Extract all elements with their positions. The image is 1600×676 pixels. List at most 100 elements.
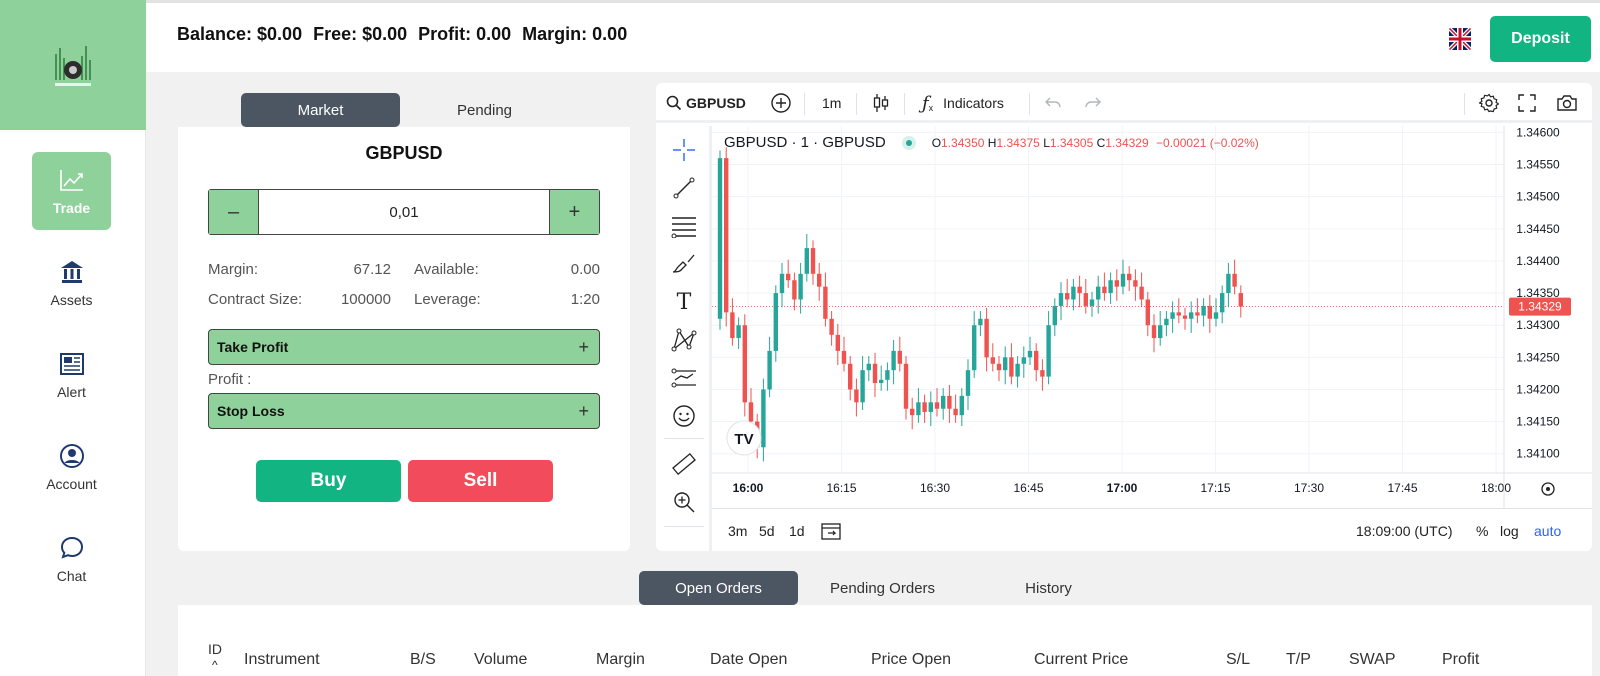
fib-tool[interactable] xyxy=(670,212,698,240)
col-date-open[interactable]: Date Open xyxy=(710,651,787,669)
auto-scale-toggle[interactable]: auto xyxy=(1534,509,1561,551)
candle-body xyxy=(817,273,822,287)
emoji-tool[interactable] xyxy=(670,402,698,430)
col-id[interactable]: ID xyxy=(208,641,222,657)
measure-tool[interactable] xyxy=(670,450,698,478)
col-price-open[interactable]: Price Open xyxy=(871,651,951,669)
utc-clock[interactable]: 18:09:00 (UTC) xyxy=(1356,509,1452,551)
orders-panel: Open Orders Pending Orders History ID ^ … xyxy=(178,561,1592,676)
axis-settings-icon[interactable] xyxy=(1541,482,1555,496)
forecast-tool[interactable] xyxy=(670,364,698,392)
price-tick-label: 1.34450 xyxy=(1516,222,1560,236)
col-instrument[interactable]: Instrument xyxy=(244,651,320,669)
tab-pending[interactable]: Pending xyxy=(405,93,564,127)
price-tick-label: 1.34500 xyxy=(1516,190,1560,204)
brand-logo[interactable] xyxy=(0,0,146,130)
candle-body xyxy=(885,370,890,380)
sell-button[interactable]: Sell xyxy=(408,460,553,502)
col-bs[interactable]: B/S xyxy=(410,651,436,669)
symbol-search[interactable]: GBPUSD xyxy=(666,83,746,123)
sidebar-item-trade[interactable]: Trade xyxy=(32,152,111,230)
candle-body xyxy=(965,370,971,396)
range-1d-button[interactable]: 1d xyxy=(789,509,805,551)
col-swap[interactable]: SWAP xyxy=(1349,651,1396,669)
available-amount: 0.00 xyxy=(570,261,600,278)
brush-icon xyxy=(672,254,695,273)
tab-history[interactable]: History xyxy=(969,571,1128,605)
candle-body xyxy=(1170,312,1175,319)
toolbar-divider xyxy=(904,93,905,115)
tab-open-orders[interactable]: Open Orders xyxy=(639,571,798,605)
percent-scale-toggle[interactable]: % xyxy=(1476,509,1488,551)
candle-body xyxy=(928,402,933,412)
candle-body xyxy=(959,395,964,416)
sort-up-icon[interactable]: ^ xyxy=(212,658,218,672)
contract-size-row: Contract Size: 100000 xyxy=(208,291,391,308)
close-label: C xyxy=(1096,135,1106,150)
range-3m-button[interactable]: 3m xyxy=(728,509,747,551)
fullscreen-button[interactable] xyxy=(1518,83,1536,123)
screenshot-button[interactable] xyxy=(1556,83,1578,123)
candle-body xyxy=(860,370,865,403)
candle-body xyxy=(742,325,747,403)
candle-body xyxy=(823,286,828,319)
indicators-button[interactable]: ƒ x Indicators xyxy=(922,83,1004,123)
brush-tool[interactable] xyxy=(670,250,698,278)
tradingview-logo[interactable]: TV xyxy=(726,420,762,456)
col-volume[interactable]: Volume xyxy=(474,651,527,669)
sidebar-item-assets[interactable]: Assets xyxy=(32,244,111,322)
col-tp[interactable]: T/P xyxy=(1286,651,1311,669)
col-current-price[interactable]: Current Price xyxy=(1034,651,1128,669)
chart-settings-button[interactable] xyxy=(1479,83,1499,123)
tab-market[interactable]: Market xyxy=(241,93,400,127)
sidebar-item-chat[interactable]: Chat xyxy=(32,520,111,598)
col-margin[interactable]: Margin xyxy=(596,651,645,669)
tab-pending-orders[interactable]: Pending Orders xyxy=(803,571,962,605)
price-axis: 1.34600 1.34550 1.34500 1.34450 1.34400 1.343… xyxy=(1516,126,1560,461)
price-tick-label: 1.34100 xyxy=(1516,447,1560,461)
increase-quantity-button[interactable]: + xyxy=(550,190,599,234)
stop-loss-toggle[interactable]: Stop Loss + xyxy=(208,393,600,429)
sidebar-item-account[interactable]: Account xyxy=(32,428,111,506)
trend-line-tool[interactable] xyxy=(670,174,698,202)
redo-button[interactable] xyxy=(1084,83,1102,123)
plus-circle-icon xyxy=(771,93,791,113)
toolbar-symbol: GBPUSD xyxy=(686,95,746,111)
log-scale-toggle[interactable]: log xyxy=(1500,509,1519,551)
take-profit-toggle[interactable]: Take Profit + xyxy=(208,329,600,365)
undo-button[interactable] xyxy=(1044,83,1062,123)
crosshair-tool[interactable] xyxy=(670,136,698,164)
candle-body xyxy=(1164,318,1169,326)
decrease-quantity-button[interactable]: – xyxy=(209,190,258,234)
buy-button[interactable]: Buy xyxy=(256,460,401,502)
function-icon: ƒ xyxy=(922,92,929,114)
compare-symbol-button[interactable] xyxy=(770,83,792,123)
col-profit[interactable]: Profit xyxy=(1442,651,1479,669)
interval-button[interactable]: 1m xyxy=(822,83,841,123)
price-chart[interactable]: 1.34600 1.34550 1.34500 1.34450 1.34400 1.343… xyxy=(712,126,1592,508)
zoom-tool[interactable] xyxy=(670,488,698,516)
quantity-input[interactable]: 0,01 xyxy=(258,190,550,234)
col-sl[interactable]: S/L xyxy=(1226,651,1250,669)
chart-type-button[interactable] xyxy=(872,83,890,123)
forecast-icon xyxy=(671,368,696,388)
price-tick-label: 1.34600 xyxy=(1516,126,1560,139)
sidebar-item-alert[interactable]: Alert xyxy=(32,336,111,414)
uk-flag-icon[interactable] xyxy=(1449,28,1471,50)
range-5d-button[interactable]: 5d xyxy=(759,509,775,551)
time-tick-label: 16:45 xyxy=(1013,481,1043,495)
text-tool[interactable]: T xyxy=(670,288,698,316)
candle-body xyxy=(724,158,729,313)
tool-divider xyxy=(664,526,704,527)
deposit-button[interactable]: Deposit xyxy=(1490,16,1591,62)
pattern-icon xyxy=(671,328,697,352)
date-range-button[interactable] xyxy=(820,509,842,551)
legend-ohlc: O1.34350 H1.34375 L1.34305 C1.34329 −0.0… xyxy=(932,136,1259,150)
candle-body xyxy=(1046,325,1051,377)
chart-toolbar: GBPUSD 1m ƒ x Indicators xyxy=(656,83,1592,123)
sidebar-item-label: Alert xyxy=(57,384,86,400)
newspaper-icon xyxy=(58,350,86,378)
pattern-tool[interactable] xyxy=(670,326,698,354)
candle-body xyxy=(1034,350,1039,371)
candle-body xyxy=(786,273,791,281)
